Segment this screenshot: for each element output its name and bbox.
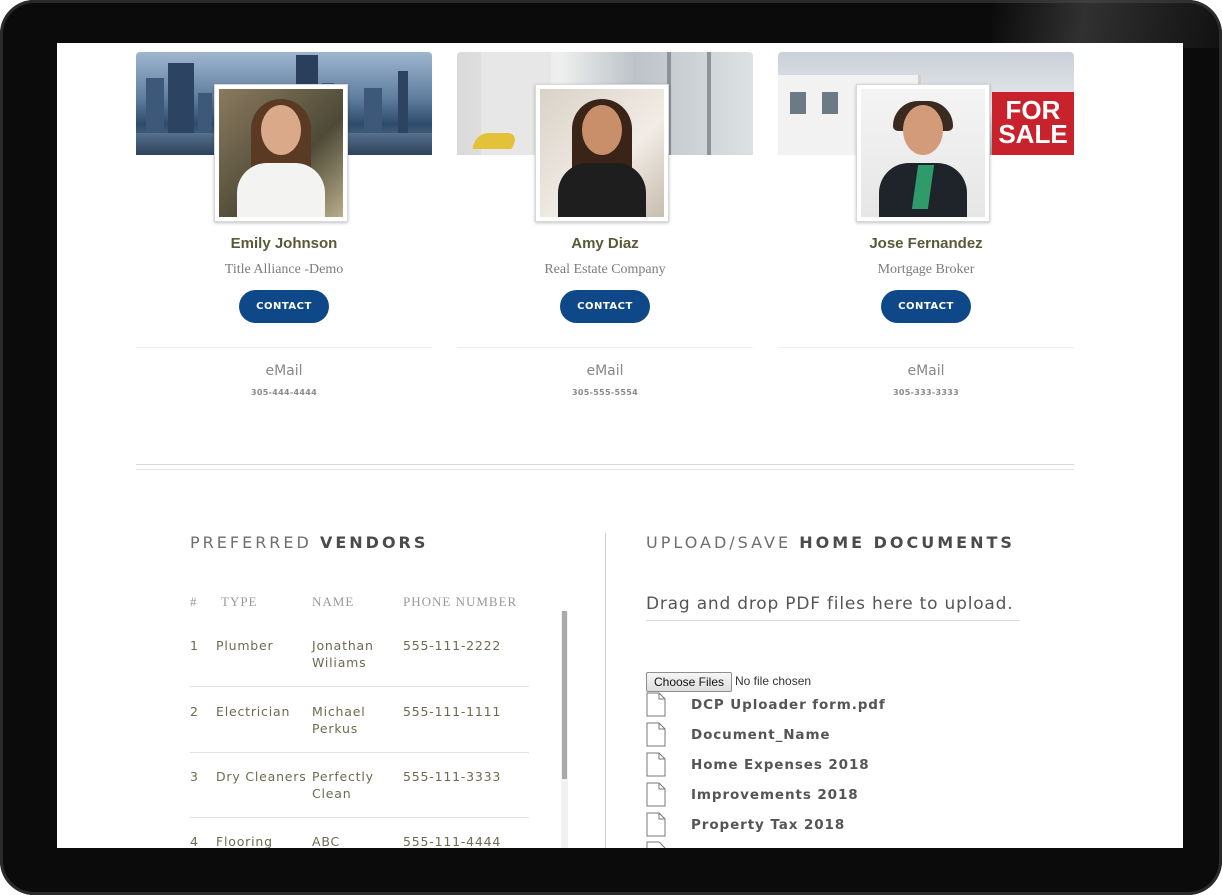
document-item[interactable]: Property Tax 2018 [646, 812, 946, 840]
agent-name: Amy Diaz [571, 235, 639, 252]
for-sale-sign: FOR SALE [992, 92, 1074, 155]
document-icon [646, 841, 666, 848]
agent-company: Real Estate Company [544, 262, 666, 277]
document-item-partial[interactable] [646, 841, 946, 848]
vendors-scrollbar-thumb[interactable] [562, 611, 567, 779]
column-header-name: NAME [312, 594, 355, 609]
vendor-row[interactable]: 1 Plumber Jonathan Wiliams 555-111-2222 [190, 637, 529, 687]
card-divider [136, 347, 432, 348]
document-icon [646, 752, 666, 777]
bezel-reflection [992, 0, 1222, 48]
document-icon [646, 692, 666, 717]
contact-button[interactable]: CONTACT [239, 290, 329, 323]
vendor-row[interactable]: 4 Flooring ABC 555-111-4444 [190, 833, 529, 848]
agent-phone: 305-333-3333 [893, 388, 959, 397]
agent-card-amy: Amy Diaz Real Estate Company CONTACT eMa… [457, 52, 753, 412]
agent-photo [856, 84, 990, 222]
vendor-row[interactable]: 3 Dry Cleaners Perfectly Clean 555-111-3… [190, 768, 529, 818]
agent-photo [535, 84, 669, 222]
agent-photo [214, 84, 348, 222]
section-divider [136, 469, 1074, 470]
card-divider [778, 347, 1074, 348]
document-item[interactable]: Document_Name [646, 722, 946, 750]
email-link[interactable]: eMail [136, 363, 432, 379]
agent-card-emily: Emily Johnson Title Alliance -Demo CONTA… [136, 52, 432, 412]
column-header-type: TYPE [221, 594, 258, 609]
column-header-number: # [190, 594, 198, 609]
vendors-title: PREFERRED VENDORS [190, 533, 429, 552]
pdf-dropzone[interactable]: Drag and drop PDF files here to upload. [646, 594, 1020, 621]
choose-files-button[interactable]: Choose Files [646, 672, 732, 692]
document-item[interactable]: Improvements 2018 [646, 782, 946, 810]
document-name: Property Tax 2018 [691, 817, 846, 833]
agent-company: Mortgage Broker [877, 262, 975, 277]
email-link[interactable]: eMail [457, 363, 753, 379]
tablet-screen: Emily Johnson Title Alliance -Demo CONTA… [57, 43, 1183, 848]
card-divider [457, 347, 753, 348]
document-name: Document_Name [691, 727, 831, 743]
agent-name: Jose Fernandez [869, 235, 983, 252]
document-icon [646, 812, 666, 837]
agent-card-jose: FOR SALE Jose Fernandez Mortgage Broker … [778, 52, 1074, 412]
agent-phone: 305-555-5554 [572, 388, 638, 397]
document-icon [646, 722, 666, 747]
agent-name: Emily Johnson [230, 235, 338, 252]
column-divider [605, 533, 606, 848]
section-divider [136, 464, 1074, 465]
upload-title: UPLOAD/SAVE HOME DOCUMENTS [646, 533, 1015, 552]
contact-button[interactable]: CONTACT [560, 290, 650, 323]
document-name: Improvements 2018 [691, 787, 859, 803]
email-link[interactable]: eMail [778, 363, 1074, 379]
vendor-row[interactable]: 2 Electrician Michael Perkus 555-111-111… [190, 703, 529, 753]
document-name: Home Expenses 2018 [691, 757, 870, 773]
column-header-phone: PHONE NUMBER [403, 594, 518, 609]
document-item[interactable]: Home Expenses 2018 [646, 752, 946, 780]
document-item[interactable]: DCP Uploader form.pdf [646, 692, 946, 720]
document-icon [646, 782, 666, 807]
agent-company: Title Alliance -Demo [224, 262, 344, 277]
agent-phone: 305-444-4444 [251, 388, 317, 397]
document-name: DCP Uploader form.pdf [691, 697, 886, 713]
file-status-text: No file chosen [735, 674, 812, 688]
contact-button[interactable]: CONTACT [881, 290, 971, 323]
